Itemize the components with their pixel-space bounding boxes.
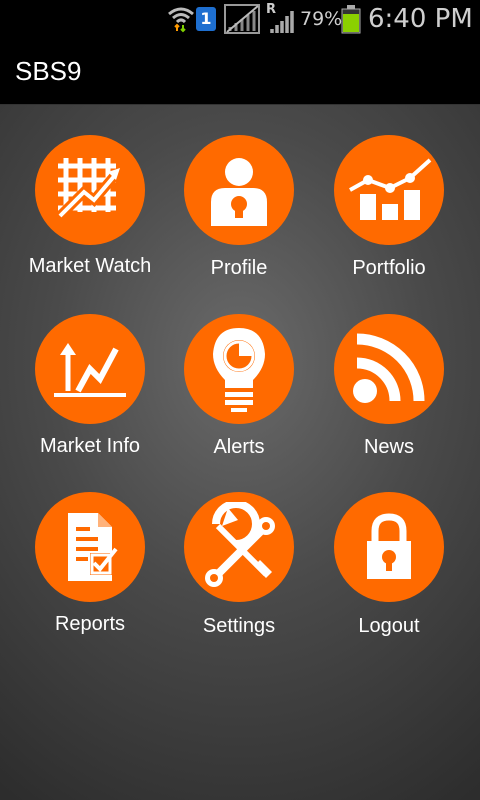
no-signal-icon — [224, 0, 262, 38]
app-title: SBS9 — [15, 56, 82, 86]
settings-icon — [184, 492, 294, 602]
menu-item-alerts[interactable]: Alerts — [164, 314, 314, 474]
logout-icon — [334, 492, 444, 602]
menu-item-profile[interactable]: Profile — [164, 135, 314, 295]
menu-label: Settings — [202, 615, 276, 637]
menu-item-news[interactable]: News — [314, 314, 464, 474]
battery-icon — [341, 0, 361, 38]
menu-item-market-info[interactable]: Market Info — [15, 314, 165, 474]
market-watch-icon — [35, 135, 145, 245]
portfolio-icon — [334, 135, 444, 245]
menu-grid: Market Watch Profile Portfolio Market In… — [0, 104, 480, 800]
clock: 6:40 PM — [368, 4, 473, 34]
menu-label: Reports — [54, 613, 126, 635]
roaming-indicator: R — [266, 2, 277, 17]
profile-icon — [184, 135, 294, 245]
market-info-icon — [35, 314, 145, 424]
menu-label: Portfolio — [352, 257, 426, 279]
status-bar: 1 R 79% 6:40 PM — [0, 0, 480, 38]
menu-label: Logout — [358, 615, 420, 637]
app-bar: SBS9 — [0, 38, 480, 105]
menu-label: Market Watch — [28, 255, 152, 277]
sim-badge-number: 1 — [196, 7, 216, 31]
menu-label: Market Info — [39, 435, 141, 457]
menu-label: News — [363, 436, 414, 458]
menu-item-logout[interactable]: Logout — [314, 492, 464, 652]
wifi-icon — [167, 0, 195, 38]
roaming-signal-icon: R — [266, 0, 298, 38]
menu-item-reports[interactable]: Reports — [15, 492, 165, 652]
menu-item-settings[interactable]: Settings — [164, 492, 314, 652]
menu-item-market-watch[interactable]: Market Watch — [15, 135, 165, 295]
battery-percent: 79% — [300, 8, 343, 30]
menu-item-portfolio[interactable]: Portfolio — [314, 135, 464, 295]
news-icon — [334, 314, 444, 424]
alerts-icon — [184, 314, 294, 424]
menu-label: Alerts — [213, 436, 265, 458]
menu-label: Profile — [210, 257, 268, 279]
reports-icon — [35, 492, 145, 602]
sim-badge-icon: 1 — [196, 0, 218, 38]
